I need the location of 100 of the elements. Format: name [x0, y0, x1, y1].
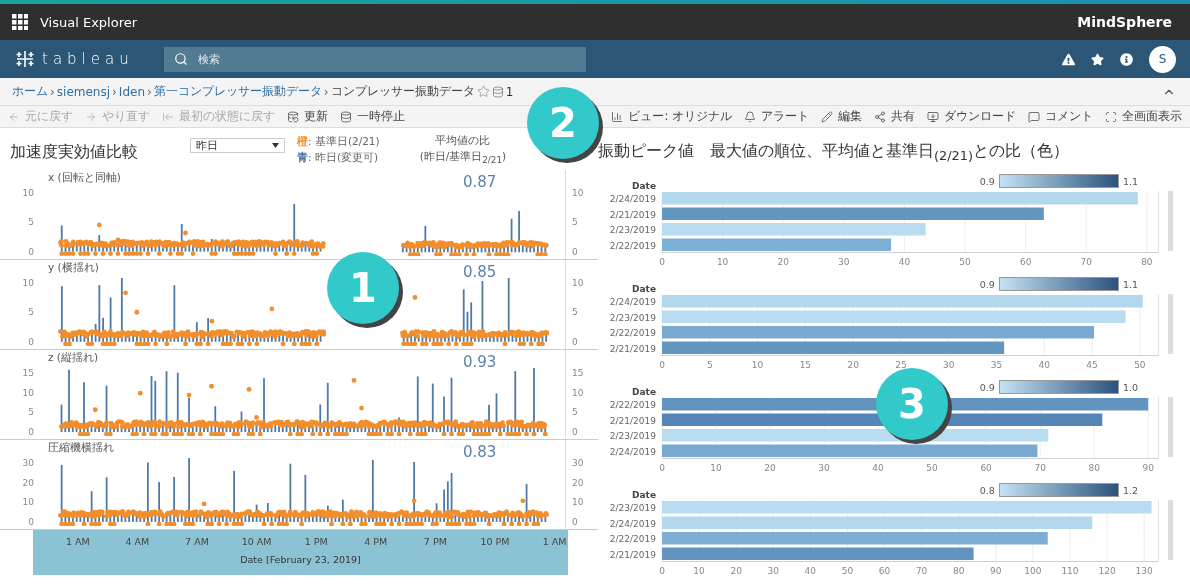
axis-tick-label: 50 [841, 566, 854, 577]
panel-label: 圧縮機横揺れ [48, 441, 114, 455]
date-dropdown[interactable]: 昨日 [190, 138, 285, 153]
legend-label: 1.2 [1122, 484, 1138, 496]
database-icon [491, 85, 504, 98]
axis-tick-label: 0 [572, 427, 578, 437]
axis-title: Date [632, 387, 657, 398]
axis-tick-label: 20 [22, 477, 34, 488]
category-label: 2/21/2019 [609, 548, 656, 562]
toolbar-button[interactable]: ビュー: オリジナル [611, 109, 732, 124]
axis-tick-label: 110 [1061, 566, 1079, 577]
column-header: 平均値の比 [435, 134, 491, 148]
axis-tick-label: 35 [990, 360, 1003, 371]
axis-tick-label: 0 [572, 247, 578, 257]
axis-tick-label: 15 [572, 367, 584, 378]
axis-tick-label: 30 [22, 457, 34, 468]
category-label: 2/23/2019 [609, 224, 656, 238]
axis-tick-label: 10 [572, 277, 584, 288]
share-icon [874, 110, 886, 123]
axis-tick-label: 0 [28, 247, 34, 257]
favorite-star-icon[interactable] [476, 85, 490, 98]
axis-tick-label: 120 [1098, 566, 1116, 577]
axis-tick-label: 10 AM [241, 536, 272, 547]
category-label: 2/21/2019 [609, 414, 656, 428]
panel-label: x (回転と同軸) [48, 171, 121, 185]
app-title: Visual Explorer [40, 14, 139, 30]
axis-tick-label: 25 [895, 360, 907, 371]
axis-tick-label: 10 [22, 497, 34, 508]
scrollbar[interactable] [1168, 500, 1173, 561]
breadcrumb-link[interactable]: コンプレッサー振動データ [330, 83, 475, 100]
info-icon[interactable] [1120, 52, 1133, 66]
axis-tick-label: 40 [1038, 360, 1050, 371]
dashboard-title: 加速度実効値比較 [10, 142, 139, 163]
category-label: 2/22/2019 [609, 533, 656, 547]
axis-tick-label: 20 [572, 477, 584, 488]
warning-icon[interactable] [1062, 52, 1075, 66]
legend-label: 0.8 [979, 484, 995, 496]
axis-tick-label: 10 [710, 463, 722, 474]
scrollbar[interactable] [1168, 294, 1173, 355]
axis-tick-label: 20 [847, 360, 859, 371]
download-icon [927, 110, 939, 123]
axis-tick-label: 60 [1019, 257, 1032, 268]
category-label: 2/23/2019 [609, 502, 656, 516]
category-label: 2/24/2019 [609, 296, 656, 310]
axis-tick-label: 4 AM [125, 536, 150, 547]
axis-title: Date [632, 181, 657, 192]
toolbar-button[interactable]: 一時停止 [340, 109, 405, 124]
toolbar-button[interactable]: 編集 [821, 109, 862, 124]
axis-title: Date [February 23, 2019] [240, 554, 361, 565]
axis-tick-label: 5 [28, 307, 34, 318]
axis-tick-label: 0 [659, 566, 665, 577]
search-icon [174, 51, 188, 66]
axis-tick-label: 80 [953, 566, 965, 577]
axis-tick-label: 50 [1134, 360, 1146, 371]
axis-tick-label: 30 [943, 360, 955, 371]
toolbar-button[interactable]: ダウンロード [927, 109, 1016, 124]
legend-label: 0.9 [979, 278, 995, 290]
category-label: 2/23/2019 [609, 311, 656, 325]
toolbar-button[interactable]: アラート [744, 109, 809, 124]
axis-tick-label: 40 [872, 463, 884, 474]
scrollbar[interactable] [1168, 191, 1173, 252]
axis-tick-label: 30 [818, 463, 830, 474]
axis-tick-label: 10 [22, 387, 34, 398]
axis-tick-label: 10 [22, 277, 34, 288]
breadcrumb-link[interactable]: ホーム [12, 83, 48, 100]
scrollbar[interactable] [1168, 397, 1173, 458]
axis-tick-label: 10 [22, 187, 34, 198]
user-avatar[interactable]: S [1149, 45, 1176, 73]
app-grid-icon[interactable] [12, 14, 28, 30]
bell-icon [744, 110, 756, 123]
axis-tick-label: 0 [659, 257, 665, 268]
legend-item: 橙: 基準日(2/21) [297, 134, 380, 149]
pencil-icon [821, 110, 833, 123]
toolbar-button[interactable]: 全画面表示 [1105, 109, 1182, 124]
axis-tick-label: 0 [659, 463, 665, 474]
breadcrumb-link[interactable]: siemensj [56, 84, 111, 99]
axis-tick-label: 0 [28, 337, 34, 347]
toolbar-button[interactable]: コメント [1028, 109, 1093, 124]
chart-title: 振動ピーク値 最大値の順位、平均値と基準日$_{(2/21)}$との比（色） [598, 141, 1071, 164]
axis-tick-label: 20 [777, 257, 789, 268]
breadcrumb-link[interactable]: Iden [118, 84, 145, 99]
callout-badge: 2 [527, 87, 599, 159]
toolbar-button[interactable]: 更新 [287, 109, 328, 124]
callout-badge: 3 [876, 368, 948, 440]
comment-icon [1028, 110, 1040, 123]
axis-tick-label: 30 [838, 257, 850, 268]
axis-tick-label: 90 [1142, 463, 1154, 474]
axis-tick-label: 1 AM [542, 536, 567, 547]
search-field[interactable]: 検索 [164, 46, 586, 72]
axis-tick-label: 60 [878, 566, 891, 577]
axis-tick-label: 40 [898, 257, 911, 268]
star-icon[interactable] [1091, 52, 1104, 66]
category-label: 2/22/2019 [609, 239, 656, 253]
caret-icon [272, 143, 279, 148]
axis-tick-label: 70 [915, 566, 928, 577]
axis-tick-label: 40 [804, 566, 817, 577]
axis-tick-label: 0 [572, 337, 578, 347]
toolbar-button[interactable]: 共有 [874, 109, 915, 124]
breadcrumb-link[interactable]: 第一コンプレッサー振動データ [153, 83, 322, 100]
axis-tick-label: 50 [926, 463, 938, 474]
